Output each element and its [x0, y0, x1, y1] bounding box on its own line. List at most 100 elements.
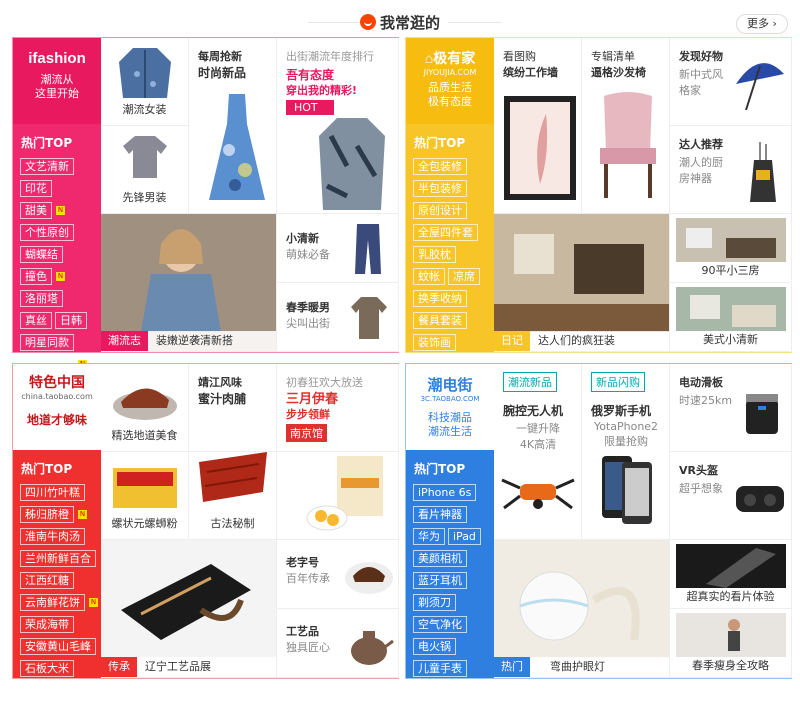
tile-liaoning-crafts[interactable]: 传承 辽宁工艺品展 — [101, 540, 277, 678]
tile-trend-magazine[interactable]: 潮流志 装嫩逆袭清新搭 — [101, 214, 277, 352]
hot-tag[interactable]: 兰州新鲜百合 — [20, 550, 96, 567]
hot-tag[interactable]: 电火锅 — [413, 638, 456, 655]
tile-caption: 超真实的看片体验 — [686, 590, 775, 603]
tile-eye-lamp[interactable]: 热门 弯曲护眼灯 — [494, 540, 670, 678]
hot-tag[interactable]: 甜美 — [20, 202, 52, 219]
fitness-photo — [676, 613, 786, 657]
tile-organic[interactable] — [277, 452, 399, 540]
tech-logo-area[interactable]: 潮电街 3C.TAOBAO.COM 科技潮品 潮流生活 — [406, 364, 494, 450]
tile-discover[interactable]: 发现好物 新中式风 格家 — [670, 38, 792, 126]
tile-local-food[interactable]: 精选地道美食 — [101, 364, 189, 452]
tile-vr[interactable]: VR头盔 超乎想象 — [670, 452, 792, 540]
hot-tag[interactable]: 换季收纳 — [413, 290, 467, 307]
china-sidebar: 特色中国 china.taobao.com 地道才够味 热门TOP 四川竹叶糕秭… — [13, 364, 101, 699]
panel-chaodianjie: 潮电街 3C.TAOBAO.COM 科技潮品 潮流生活 热门TOP iPhone … — [405, 363, 792, 699]
model-photo — [101, 214, 276, 332]
projector-photo — [676, 544, 786, 588]
hot-tag[interactable]: 装饰画 — [413, 334, 456, 351]
section-header: 我常逛的 更多 › — [0, 0, 800, 40]
hot-tag[interactable]: 秭归脐橙 — [20, 506, 74, 523]
hot-tag[interactable]: 日韩 — [55, 312, 87, 329]
hot-tag[interactable]: 撞色 — [20, 268, 52, 285]
hot-tag[interactable]: 真丝 — [20, 312, 52, 329]
hot-tag[interactable]: 蝴蝶结 — [20, 246, 63, 263]
hot-tag[interactable]: 美颜相机 — [413, 550, 467, 567]
hot-tag[interactable]: 云南鲜花饼 — [20, 594, 85, 611]
ifashion-logo: ifashion — [28, 50, 86, 67]
more-button[interactable]: 更多 › — [736, 14, 788, 34]
tile-old-brand[interactable]: 老字号 百年传承 — [277, 540, 399, 609]
new-badge-icon: N — [78, 510, 87, 519]
hot-tag[interactable]: 淮南牛肉汤 — [20, 528, 85, 545]
tile-90sqm[interactable]: 90平小三房 — [670, 214, 792, 283]
tile-luosifen[interactable]: 螺状元螺蛳粉 — [101, 452, 189, 540]
hot-tag[interactable]: 剃须刀 — [413, 594, 456, 611]
tile-viewing-experience[interactable]: 超真实的看片体验 — [670, 540, 792, 609]
hot-tag[interactable]: 印花 — [20, 180, 52, 197]
hot-tag[interactable]: iPhone 6s — [413, 484, 477, 501]
tile-warm-man[interactable]: 春季暖男 尖叫出街 — [277, 283, 399, 352]
hot-tags: iPhone 6s 看片神器华为 iPad 美颜相机蓝牙耳机剃须刀空气净化电火锅儿童手… — [413, 481, 494, 701]
hot-tag[interactable]: 长白山秋木耳 — [20, 682, 96, 699]
jiyoujia-logo-area[interactable]: ⌂极有家 JIYOUJIA.COM 品质生活 极有态度 — [406, 38, 494, 124]
hot-tag[interactable]: 荣成海带 — [20, 616, 74, 633]
hot-tag[interactable]: 洛丽塔 — [20, 290, 63, 307]
tile-american-style[interactable]: 美式小清新 — [670, 283, 792, 352]
phone-image — [602, 456, 652, 524]
tile-drone[interactable]: 潮流新品 腕控无人机 一键升降 4K高清 — [494, 364, 582, 540]
hot-tag[interactable]: 全包装修 — [413, 158, 467, 175]
tile-women[interactable]: 潮流女装 — [101, 38, 189, 126]
caption-text: 装嫩逆袭清新搭 — [156, 334, 233, 347]
hot-tag[interactable]: 空气净化 — [413, 616, 467, 633]
ifashion-logo-area[interactable]: ifashion 潮流从 这里开始 — [13, 38, 101, 124]
tile-picture-wall[interactable]: 看图购 缤纷工作墙 — [494, 38, 582, 214]
jiyoujia-logo: ⌂极有家 — [424, 50, 476, 66]
hot-top-label: 热门TOP — [414, 136, 466, 150]
tile-desc: 超乎想象 — [679, 482, 723, 495]
hot-tag[interactable]: 凉席 — [448, 268, 480, 285]
tile-fresh[interactable]: 小清新 萌妹必备 — [277, 214, 399, 283]
tile-subtitle: 吾有态度 — [286, 68, 335, 82]
tile-crafts[interactable]: 工艺品 独具匠心 — [277, 609, 399, 678]
tile-expert[interactable]: 达人推荐 潮人的厨 房神器 — [670, 126, 792, 214]
tile-subtitle: 蜜汁肉脯 — [198, 392, 247, 406]
hot-tag[interactable]: 江西红糖 — [20, 572, 74, 589]
hot-tag[interactable]: 儿童手表 — [413, 660, 467, 677]
tile-jingjiang[interactable]: 靖江风味 蜜汁肉脯 — [189, 364, 277, 452]
hot-tag[interactable]: 全屋四件套 — [413, 224, 478, 241]
hot-tag[interactable]: 蚊帐 — [413, 268, 445, 285]
tile-caption: 春季瘦身全攻略 — [692, 659, 769, 672]
hot-tag[interactable]: 体感游戏 — [413, 682, 467, 699]
tile-subtitle: 缤纷工作墙 — [503, 66, 558, 79]
tile-title: 小清新 — [286, 232, 319, 245]
tile-new-fashion[interactable]: 每周抢新 时尚新品 — [189, 38, 277, 214]
tile-ancient-recipe[interactable]: 古法秘制 — [189, 452, 277, 540]
hot-tag[interactable]: 安徽黄山毛峰 — [20, 638, 96, 655]
tile-men[interactable]: 先锋男装 — [101, 126, 189, 214]
hot-tag[interactable]: 原创设计 — [413, 202, 467, 219]
tile-sofa-chair[interactable]: 专辑清单 逼格沙发椅 — [582, 38, 670, 214]
hot-tag[interactable]: 蓝牙耳机 — [413, 572, 467, 589]
hot-tag[interactable]: iPad — [448, 528, 481, 545]
hot-tag[interactable]: 华为 — [413, 528, 445, 545]
tile-scooter[interactable]: 电动滑板 时速25km — [670, 364, 792, 452]
tile-street-ranking[interactable]: 出街潮流年度排行 吾有态度 穿出我的精彩! HOT — [277, 38, 399, 214]
tile-caption: 先锋男装 — [122, 191, 167, 204]
tech-sidebar: 潮电街 3C.TAOBAO.COM 科技潮品 潮流生活 热门TOP iPhone … — [406, 364, 494, 699]
hot-tag[interactable]: 明星同款 — [20, 334, 74, 351]
tile-diary[interactable]: 日记 达人们的疯狂装 — [494, 214, 670, 352]
hot-tag[interactable]: 半包装修 — [413, 180, 467, 197]
hot-tag[interactable]: 石板大米 — [20, 660, 74, 677]
hot-tag[interactable]: 看片神器 — [413, 506, 467, 523]
lamp-photo — [494, 540, 669, 658]
china-logo: 特色中国 — [29, 374, 85, 390]
hot-tag[interactable]: 四川竹叶糕 — [20, 484, 85, 501]
tile-yotaphone[interactable]: 新品闪购 俄罗斯手机 YotaPhone2 限量抢购 — [582, 364, 670, 540]
hot-tag[interactable]: 餐具套装 — [413, 312, 467, 329]
hot-tag[interactable]: 文艺清新 — [20, 158, 74, 175]
tile-fitness[interactable]: 春季瘦身全攻略 — [670, 609, 792, 678]
hot-tag[interactable]: 乳胶枕 — [413, 246, 456, 263]
tile-spring-sale[interactable]: 初春狂欢大放送 三月伊春 步步领鲜 南京馆 — [277, 364, 399, 452]
hot-tag[interactable]: 个性原创 — [20, 224, 74, 241]
china-logo-area[interactable]: 特色中国 china.taobao.com 地道才够味 — [13, 364, 101, 450]
